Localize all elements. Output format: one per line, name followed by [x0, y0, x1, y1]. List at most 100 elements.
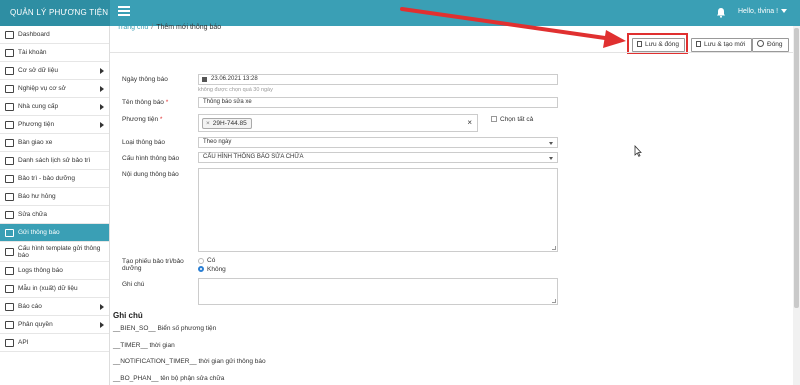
sidebar-item[interactable]: Cấu hình template gửi thông báo — [0, 242, 109, 262]
sidebar-item[interactable]: Nhà cung cấp — [0, 98, 109, 116]
vehicle-label-text: Phương tiện — [122, 116, 159, 123]
ticket-label: Tạo phiếu bảo trì/bảo dưỡng — [122, 258, 184, 272]
content-textarea[interactable] — [198, 168, 558, 252]
sidebar: Dashboard Tài khoản Cơ sở dữ liệu Nghiệp vụ… — [0, 26, 110, 385]
radio-yes[interactable] — [198, 258, 204, 264]
note-label: Ghi chú — [122, 281, 145, 288]
sidebar-item[interactable]: Báo hư hỏng — [0, 188, 109, 206]
name-input[interactable]: Thông báo sửa xe — [198, 97, 558, 108]
vehicle-tag-label: 29H-744.85 — [212, 120, 247, 127]
car-icon — [5, 138, 14, 147]
breadcrumb-home-link[interactable]: Trang chủ — [117, 24, 148, 31]
name-label-text: Tên thông báo — [122, 99, 164, 106]
top-bar: QUẢN LÝ PHƯƠNG TIỆN Hello, tlvina ! — [0, 0, 800, 26]
settings-icon — [5, 84, 14, 93]
sidebar-item-label: Bàn giao xe — [18, 139, 53, 146]
api-icon — [5, 338, 14, 347]
sidebar-item[interactable]: Phân quyền — [0, 316, 109, 334]
app-brand[interactable]: QUẢN LÝ PHƯƠNG TIỆN — [0, 0, 110, 26]
sidebar-item[interactable]: Gửi thông báo — [0, 224, 109, 242]
sidebar-item[interactable]: Phương tiện — [0, 116, 109, 134]
clear-icon[interactable]: × — [467, 118, 472, 127]
wrench-icon — [5, 156, 14, 165]
sidebar-item[interactable]: Báo cáo — [0, 298, 109, 316]
close-button[interactable]: Đóng — [752, 38, 789, 52]
sidebar-item[interactable]: API — [0, 334, 109, 352]
user-menu[interactable]: Hello, tlvina ! — [738, 8, 788, 15]
save-new-label: Lưu & tạo mới — [704, 41, 746, 48]
chevron-right-icon — [100, 303, 104, 310]
name-label: Tên thông báo * — [122, 99, 168, 106]
sidebar-item[interactable]: Sửa chữa — [0, 206, 109, 224]
chevron-down-icon — [781, 9, 788, 14]
sidebar-item[interactable]: Cơ sở dữ liệu — [0, 62, 109, 80]
hammer-icon — [5, 210, 14, 219]
sidebar-item[interactable]: Bảo trì - bảo dưỡng — [0, 170, 109, 188]
sidebar-item[interactable]: Bàn giao xe — [0, 134, 109, 152]
config-select[interactable]: CẤU HÌNH THÔNG BÁO SỬA CHỮA — [198, 152, 558, 163]
radio-no-label[interactable]: Không — [207, 266, 226, 273]
select-all-checkbox[interactable] — [491, 116, 497, 122]
sidebar-item[interactable]: Nghiệp vụ cơ sở — [0, 80, 109, 98]
file-icon — [696, 41, 701, 47]
bell-icon[interactable] — [716, 7, 726, 18]
sidebar-item-label: Phương tiện — [18, 121, 55, 128]
date-value: 23.06.2021 13:28 — [211, 76, 258, 82]
book-icon — [5, 174, 14, 183]
chevron-right-icon — [100, 121, 104, 128]
sidebar-item-label: Sửa chữa — [18, 211, 47, 218]
date-input[interactable]: 23.06.2021 13:28 — [198, 74, 558, 85]
tag-remove-icon[interactable]: × — [206, 120, 210, 127]
content-label: Nội dung thông báo — [122, 171, 179, 178]
template-icon — [5, 247, 14, 256]
sidebar-item-label: Danh sách lịch sử bảo trì — [18, 157, 91, 164]
chevron-right-icon — [100, 85, 104, 92]
sidebar-item[interactable]: Logs thông báo — [0, 262, 109, 280]
select-all-label[interactable]: Chọn tất cả — [500, 116, 533, 123]
sidebar-item-label: Cơ sở dữ liệu — [18, 67, 58, 74]
scrollbar-thumb[interactable] — [794, 28, 799, 308]
sidebar-item[interactable]: Tài khoản — [0, 44, 109, 62]
send-icon — [5, 228, 14, 237]
print-icon — [5, 284, 14, 293]
menu-toggle-icon[interactable] — [118, 6, 130, 18]
sidebar-item-label: Nhà cung cấp — [18, 103, 59, 110]
sidebar-item[interactable]: Mẫu in (xuất) dữ liệu — [0, 280, 109, 298]
sidebar-item-label: Nghiệp vụ cơ sở — [18, 85, 66, 92]
mouse-cursor-icon — [634, 145, 642, 157]
notes-title: Ghi chú — [113, 311, 143, 320]
resize-handle[interactable] — [552, 299, 556, 303]
close-icon — [757, 40, 764, 47]
vehicle-tag[interactable]: × 29H-744.85 — [202, 118, 252, 129]
type-select[interactable]: Theo ngày — [198, 137, 558, 148]
calendar-icon — [202, 77, 207, 82]
vehicle-multiselect[interactable]: × 29H-744.85 × — [198, 114, 478, 132]
note-item: __BO_PHAN__ tên bộ phận sửa chữa — [113, 375, 225, 382]
note-item: __BIEN_SO__ Biển số phương tiện — [113, 325, 217, 332]
chevron-right-icon — [100, 67, 104, 74]
file-icon — [5, 266, 14, 275]
chevron-down-icon — [549, 157, 553, 160]
sidebar-item[interactable]: Danh sách lịch sử bảo trì — [0, 152, 109, 170]
sitemap-icon — [5, 320, 14, 329]
type-value: Theo ngày — [203, 139, 232, 145]
annotation-highlight-box — [627, 33, 688, 54]
radio-no[interactable] — [198, 266, 204, 272]
chevron-down-icon — [549, 142, 553, 145]
config-value: CẤU HÌNH THÔNG BÁO SỬA CHỮA — [203, 154, 304, 160]
monitor-icon — [5, 30, 14, 39]
radio-yes-label[interactable]: Có — [207, 257, 215, 264]
save-new-button[interactable]: Lưu & tạo mới — [691, 38, 752, 52]
breadcrumb: Trang chủ / Thêm mới thông báo — [117, 24, 221, 31]
note-textarea[interactable] — [198, 278, 558, 305]
handshake-icon — [5, 102, 14, 111]
config-label: Cấu hình thông báo — [122, 155, 180, 162]
user-greeting: Hello, tlvina ! — [738, 8, 779, 15]
sidebar-item-label: Dashboard — [18, 31, 50, 38]
sidebar-item-label: Cấu hình template gửi thông báo — [18, 244, 101, 259]
required-mark: * — [159, 116, 163, 123]
date-hint: không được chọn quá 30 ngày — [198, 87, 273, 93]
resize-handle[interactable] — [552, 246, 556, 250]
note-item: __TIMER__ thời gian — [113, 342, 175, 349]
sidebar-item[interactable]: Dashboard — [0, 26, 109, 44]
